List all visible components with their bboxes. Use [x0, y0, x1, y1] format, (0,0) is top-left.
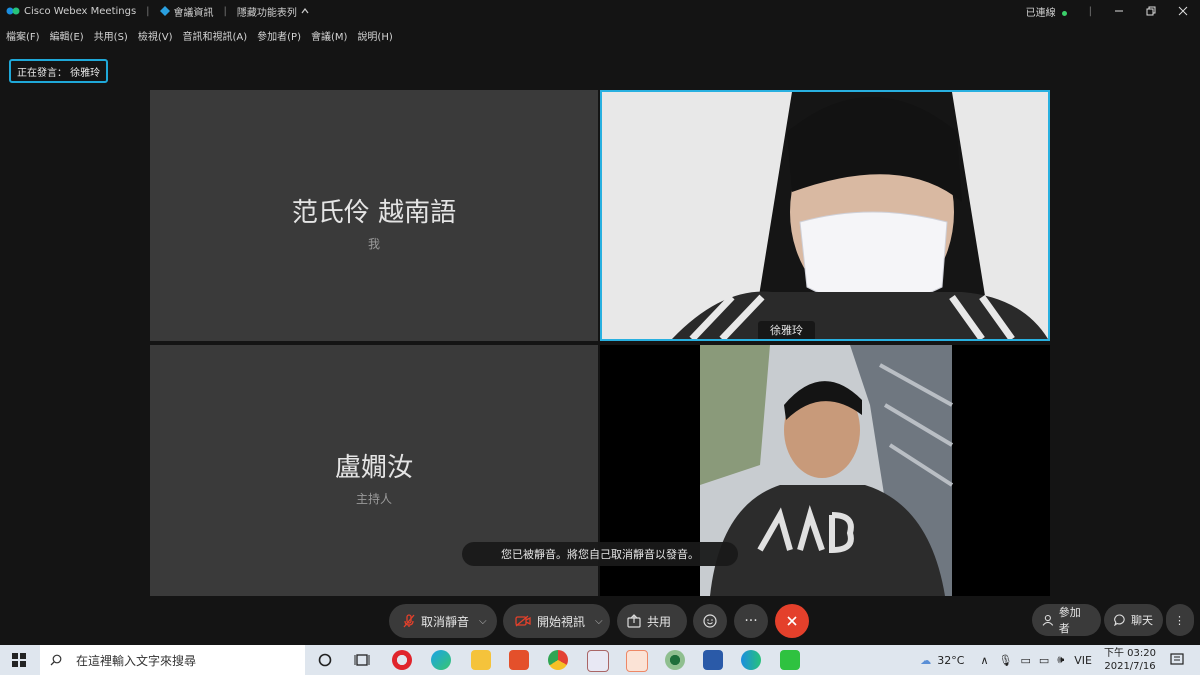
connection-status-label: 已連線	[1025, 7, 1056, 19]
menu-view[interactable]: 檢視(V)	[138, 28, 173, 43]
hide-menu-button[interactable]: 隱藏功能表列	[237, 4, 309, 19]
battery-icon[interactable]: ▭	[1039, 654, 1049, 667]
snipping-tool-icon[interactable]	[587, 650, 609, 672]
person-icon	[1042, 614, 1054, 626]
divider-icon: |	[1088, 5, 1092, 17]
mic-muted-icon	[403, 614, 415, 628]
file-explorer-icon[interactable]	[471, 650, 491, 670]
window-controls: 已連線 |	[1026, 0, 1200, 22]
participant-name: 范氏伶 越南語	[291, 198, 457, 228]
close-icon	[787, 616, 797, 626]
share-label: 共用	[647, 614, 672, 629]
menu-meeting[interactable]: 會議(M)	[311, 28, 347, 43]
camera-tray-icon[interactable]: ▭	[1021, 654, 1031, 667]
search-placeholder: 在這裡輸入文字來搜尋	[76, 653, 197, 668]
smiley-icon	[703, 614, 717, 628]
participant-video-feed	[602, 92, 1048, 339]
clock-date: 2021/7/16	[1104, 661, 1156, 672]
clock-time: 下午 03:20	[1104, 648, 1156, 659]
chevron-up-icon[interactable]: ∧	[980, 654, 988, 667]
weather-temp[interactable]: 32°C	[937, 654, 964, 667]
start-video-label: 開始視訊	[537, 614, 586, 629]
chevron-up-icon	[301, 8, 309, 14]
participants-panel-button[interactable]: 參加者	[1032, 604, 1101, 636]
active-speaker-badge: 正在發言： 徐雅玲	[9, 59, 109, 83]
participant-name: 盧嫺汝	[334, 453, 413, 483]
chevron-down-icon[interactable]: ⌵	[479, 616, 487, 627]
input-language[interactable]: VIE	[1074, 654, 1092, 667]
menu-participants[interactable]: 參加者(P)	[257, 28, 301, 43]
webex-taskbar-icon[interactable]	[741, 650, 761, 670]
video-off-icon	[515, 615, 531, 627]
meeting-info-button[interactable]: 會議資訊	[159, 4, 214, 19]
webcam-app-icon[interactable]	[665, 650, 685, 670]
menu-file[interactable]: 檔案(F)	[6, 28, 40, 43]
connection-status: 已連線	[1026, 4, 1067, 19]
chat-bubble-icon	[1114, 614, 1125, 626]
clock[interactable]: 下午 03:20 2021/7/16	[1104, 647, 1156, 673]
share-icon	[627, 614, 641, 628]
more-options-button[interactable]: ···	[734, 604, 768, 638]
title-bar: Cisco Webex Meetings | 會議資訊 | 隱藏功能表列 已連線…	[0, 0, 1200, 22]
taskbar-search-box[interactable]: 在這裡輸入文字來搜尋	[40, 645, 305, 675]
menu-bar: 檔案(F) 編輯(E) 共用(S) 檢視(V) 音訊和視訊(A) 參加者(P) …	[0, 26, 393, 44]
windows-start-icon[interactable]	[12, 653, 26, 667]
muted-notification: 您已被靜音。將您自己取消靜音以發音。	[462, 542, 738, 566]
participant-role: 主持人	[355, 492, 392, 506]
search-icon	[50, 654, 62, 666]
participant-name-tag: 徐雅玲	[758, 321, 815, 339]
share-button[interactable]: 共用	[617, 604, 687, 638]
hide-menu-label: 隱藏功能表列	[236, 7, 297, 19]
ellipsis-icon: ⋮	[1174, 613, 1185, 627]
webex-logo-icon	[6, 7, 20, 15]
participants-label: 參加者	[1058, 606, 1081, 635]
paint-icon[interactable]	[626, 650, 648, 672]
speaker-icon[interactable]: 🕪	[1057, 653, 1064, 667]
participant-tile-self[interactable]: 范氏伶 越南語 我	[150, 90, 598, 341]
unmute-button[interactable]: 取消靜音 ⌵	[389, 604, 497, 638]
leave-meeting-button[interactable]	[775, 604, 809, 638]
reactions-button[interactable]	[693, 604, 727, 638]
minimize-icon[interactable]	[1114, 6, 1124, 16]
system-tray: ☁ 32°C ∧ 🎙 ▭ ▭ 🕪 VIE 下午 03:20 2021/7/16	[920, 645, 1200, 675]
menu-help[interactable]: 說明(H)	[357, 28, 392, 43]
app-title-group: Cisco Webex Meetings	[0, 6, 136, 17]
mic-tray-icon[interactable]: 🎙	[999, 654, 1013, 667]
edge-icon[interactable]	[431, 650, 451, 670]
chevron-down-icon[interactable]: ⌵	[595, 616, 603, 627]
app-title: Cisco Webex Meetings	[24, 5, 137, 17]
more-panels-button[interactable]: ⋮	[1166, 604, 1194, 636]
info-diamond-icon	[159, 6, 170, 16]
menu-edit[interactable]: 編輯(E)	[50, 28, 84, 43]
close-icon[interactable]	[1178, 6, 1188, 16]
restore-icon[interactable]	[1146, 6, 1156, 16]
menu-audio-video[interactable]: 音訊和視訊(A)	[183, 28, 248, 43]
connected-dot-icon	[1061, 10, 1067, 16]
title-divider: |	[223, 5, 227, 17]
chat-panel-button[interactable]: 聊天	[1104, 604, 1163, 636]
title-divider: |	[146, 5, 150, 17]
unmute-label: 取消靜音	[421, 614, 470, 629]
weather-icon: ☁	[920, 653, 932, 667]
participant-role: 我	[367, 237, 380, 251]
task-view-icon[interactable]	[354, 653, 370, 667]
meeting-info-label: 會議資訊	[173, 7, 214, 19]
office-icon[interactable]	[509, 650, 529, 670]
chat-label: 聊天	[1131, 614, 1153, 627]
cortana-icon[interactable]	[318, 653, 332, 667]
menu-share[interactable]: 共用(S)	[94, 28, 128, 43]
start-video-button[interactable]: 開始視訊 ⌵	[503, 604, 610, 638]
notification-icon[interactable]	[1170, 653, 1184, 667]
chrome-icon[interactable]	[548, 650, 568, 670]
opera-icon[interactable]	[392, 650, 412, 670]
participant-video-speaker[interactable]: 徐雅玲	[600, 90, 1050, 341]
windows-taskbar: 在這裡輸入文字來搜尋 ☁ 32°C ∧ 🎙 ▭ ▭ 🕪 VIE 下午 03:20…	[0, 645, 1200, 675]
word-icon[interactable]	[703, 650, 723, 670]
ellipsis-icon: ···	[744, 613, 758, 629]
line-app-icon[interactable]	[780, 650, 800, 670]
